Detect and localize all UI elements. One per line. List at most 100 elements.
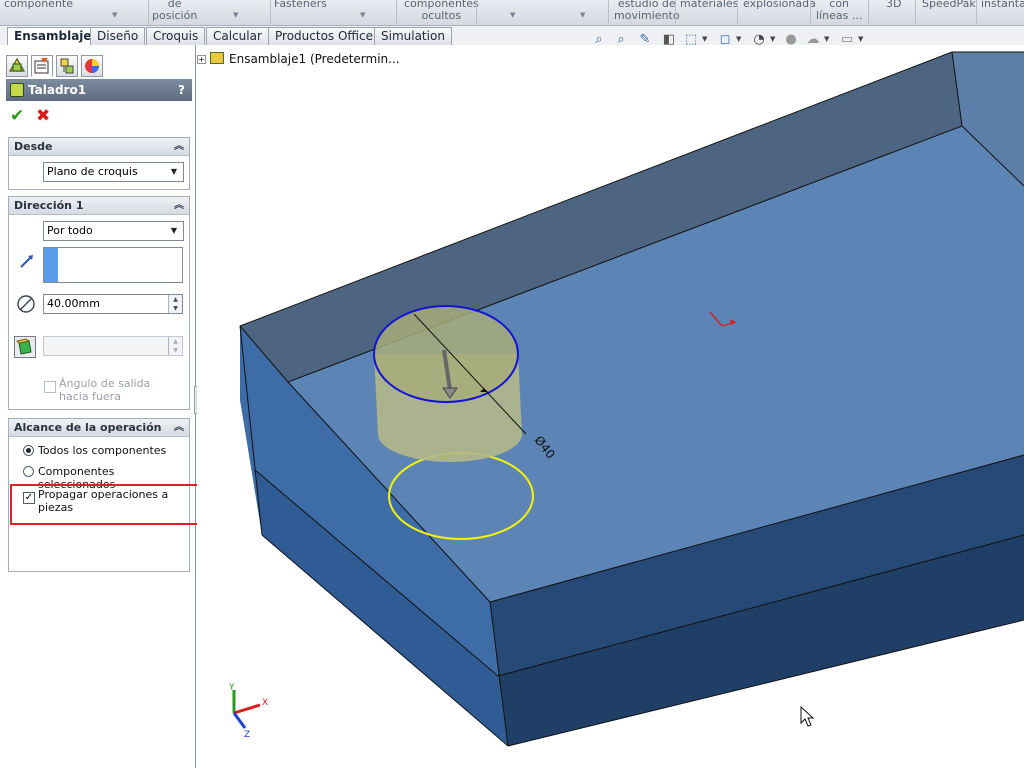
chevron-down-icon[interactable]: ▼: [510, 11, 515, 19]
svg-text:X: X: [262, 698, 268, 708]
view-orientation-icon[interactable]: ⬚: [682, 31, 700, 49]
ribbon-command[interactable]: Fasteners: [274, 0, 327, 10]
expand-icon[interactable]: +: [197, 55, 206, 64]
tab-simulation[interactable]: Simulation: [374, 27, 452, 45]
radio-componentes-seleccionados[interactable]: [23, 466, 34, 477]
draft-outward-label: Ángulo de salida hacia fuera: [59, 377, 151, 403]
chevron-down-icon[interactable]: ▼: [580, 11, 585, 19]
feature-tree-icon: [8, 57, 26, 72]
chevron-down-icon[interactable]: ▼: [112, 11, 117, 19]
featuremanager-tab[interactable]: [6, 55, 28, 77]
ok-button[interactable]: ✔: [10, 107, 24, 125]
configuration-icon: [60, 58, 74, 74]
chevron-down-icon[interactable]: ▼: [858, 35, 863, 43]
radio-todos-componentes[interactable]: [23, 445, 34, 456]
group-alcance-bottom: [8, 528, 190, 572]
ribbon-command[interactable]: explosionada: [743, 0, 816, 10]
chevron-down-icon[interactable]: ▼: [770, 35, 775, 43]
feature-tree-root[interactable]: + Ensamblaje1 (Predetermin...: [197, 51, 400, 67]
draft-toggle-button[interactable]: [14, 336, 36, 358]
chevron-down-icon[interactable]: ▼: [167, 224, 181, 238]
zoom-to-fit-icon[interactable]: ⌕: [590, 31, 608, 49]
ribbon-command[interactable]: de posición: [152, 0, 197, 22]
group-desde-title: Desde: [14, 140, 53, 153]
previous-view-icon[interactable]: ✎: [636, 31, 654, 49]
tab-diseno[interactable]: Diseño: [90, 27, 146, 45]
displaymanager-tab[interactable]: [81, 55, 103, 77]
depth-input[interactable]: 40.00mm ▲ ▼: [43, 294, 183, 314]
ribbon-separator: [148, 0, 149, 24]
ribbon-command[interactable]: con líneas ...: [816, 0, 862, 22]
collapse-chevron-icon[interactable]: ︽: [174, 138, 184, 156]
group-direccion1: Dirección 1 ︽ Por todo ▼ 40.00mm ▲ ▼ ▲ ▼ Á…: [8, 196, 190, 410]
zoom-to-area-icon[interactable]: ⌕: [612, 31, 630, 49]
ribbon-command[interactable]: SpeedPak: [922, 0, 976, 10]
model-view[interactable]: Ø40 Y X Z: [197, 45, 1024, 768]
configurationmanager-tab[interactable]: [56, 55, 78, 77]
propertymanager-tab[interactable]: [31, 55, 53, 77]
view-settings-icon[interactable]: ▭: [838, 31, 856, 49]
display-style-icon[interactable]: ◻: [716, 31, 734, 49]
direction-selection-box[interactable]: [43, 247, 183, 283]
chevron-down-icon[interactable]: ▼: [360, 11, 365, 19]
end-condition-select[interactable]: Por todo ▼: [43, 221, 184, 241]
edit-appearance-icon[interactable]: ●: [782, 31, 800, 49]
group-desde: Desde ︽ Plano de croquis ▼: [8, 137, 190, 190]
desde-select[interactable]: Plano de croquis ▼: [43, 162, 184, 182]
chevron-down-icon[interactable]: ▼: [167, 165, 181, 179]
desde-select-value: Plano de croquis: [47, 165, 138, 178]
collapse-chevron-icon[interactable]: ︽: [174, 197, 184, 215]
display-manager-icon: [85, 59, 99, 73]
tab-croquis[interactable]: Croquis: [146, 27, 206, 45]
ribbon-command[interactable]: componente: [4, 0, 73, 10]
ribbon-command[interactable]: 3D: [886, 0, 901, 10]
chevron-down-icon[interactable]: ▼: [824, 35, 829, 43]
svg-text:Y: Y: [228, 683, 235, 693]
ribbon-separator: [270, 0, 271, 24]
ribbon-command[interactable]: materiales: [680, 0, 738, 10]
tab-calcular[interactable]: Calcular: [206, 27, 269, 45]
cancel-button[interactable]: ✖: [36, 107, 50, 125]
depth-spinner[interactable]: ▲ ▼: [168, 295, 182, 313]
coordinate-triad: Y X Z: [228, 683, 268, 740]
section-view-icon[interactable]: ◧: [660, 31, 678, 49]
group-desde-header[interactable]: Desde ︽: [9, 138, 189, 156]
draft-outward-checkbox: [44, 381, 56, 393]
group-alcance-header[interactable]: Alcance de la operación ︽: [9, 419, 189, 437]
selection-color-swatch: [44, 248, 58, 282]
highlight-annotation: [10, 484, 206, 525]
ribbon-separator: [976, 0, 977, 24]
ribbon-command[interactable]: instantar: [981, 0, 1024, 10]
ribbon-command[interactable]: componentes ocultos: [404, 0, 479, 22]
draft-angle-input: ▲ ▼: [43, 336, 183, 356]
group-direccion1-title: Dirección 1: [14, 199, 84, 212]
ribbon-separator: [915, 0, 916, 24]
ribbon-separator: [675, 0, 676, 24]
tab-ensamblaje[interactable]: Ensamblaje: [7, 27, 99, 46]
ribbon-separator: [396, 0, 397, 24]
chevron-down-icon[interactable]: ▼: [702, 35, 707, 43]
tab-productos-office[interactable]: Productos Office: [268, 27, 380, 45]
chevron-down-icon[interactable]: ▼: [233, 11, 238, 19]
direction-arrow-icon: [20, 255, 33, 268]
chevron-down-icon[interactable]: ▼: [736, 35, 741, 43]
graphics-area[interactable]: Ø40 Y X Z: [197, 45, 1024, 768]
feature-name: Taladro1: [28, 83, 87, 97]
apply-scene-icon[interactable]: ☁: [804, 31, 822, 49]
command-ribbon: componente de posición Fasteners componente…: [0, 0, 1024, 26]
property-manager-icon: [34, 58, 49, 74]
draft-icon: [16, 338, 32, 355]
help-button[interactable]: ?: [178, 79, 185, 101]
hole-feature-icon: [10, 83, 24, 97]
collapse-chevron-icon[interactable]: ︽: [174, 419, 184, 437]
group-direccion1-header[interactable]: Dirección 1 ︽: [9, 197, 189, 215]
ribbon-separator: [608, 0, 609, 24]
hide-show-items-icon[interactable]: ◔: [750, 31, 768, 49]
end-condition-value: Por todo: [47, 224, 93, 237]
ribbon-command[interactable]: estudio de movimiento: [614, 0, 680, 22]
ribbon-separator: [868, 0, 869, 24]
svg-text:Z: Z: [244, 730, 250, 740]
radio-todos-componentes-label[interactable]: Todos los componentes: [38, 444, 166, 457]
depth-dimension-icon: [17, 295, 35, 313]
ribbon-separator: [476, 0, 477, 24]
